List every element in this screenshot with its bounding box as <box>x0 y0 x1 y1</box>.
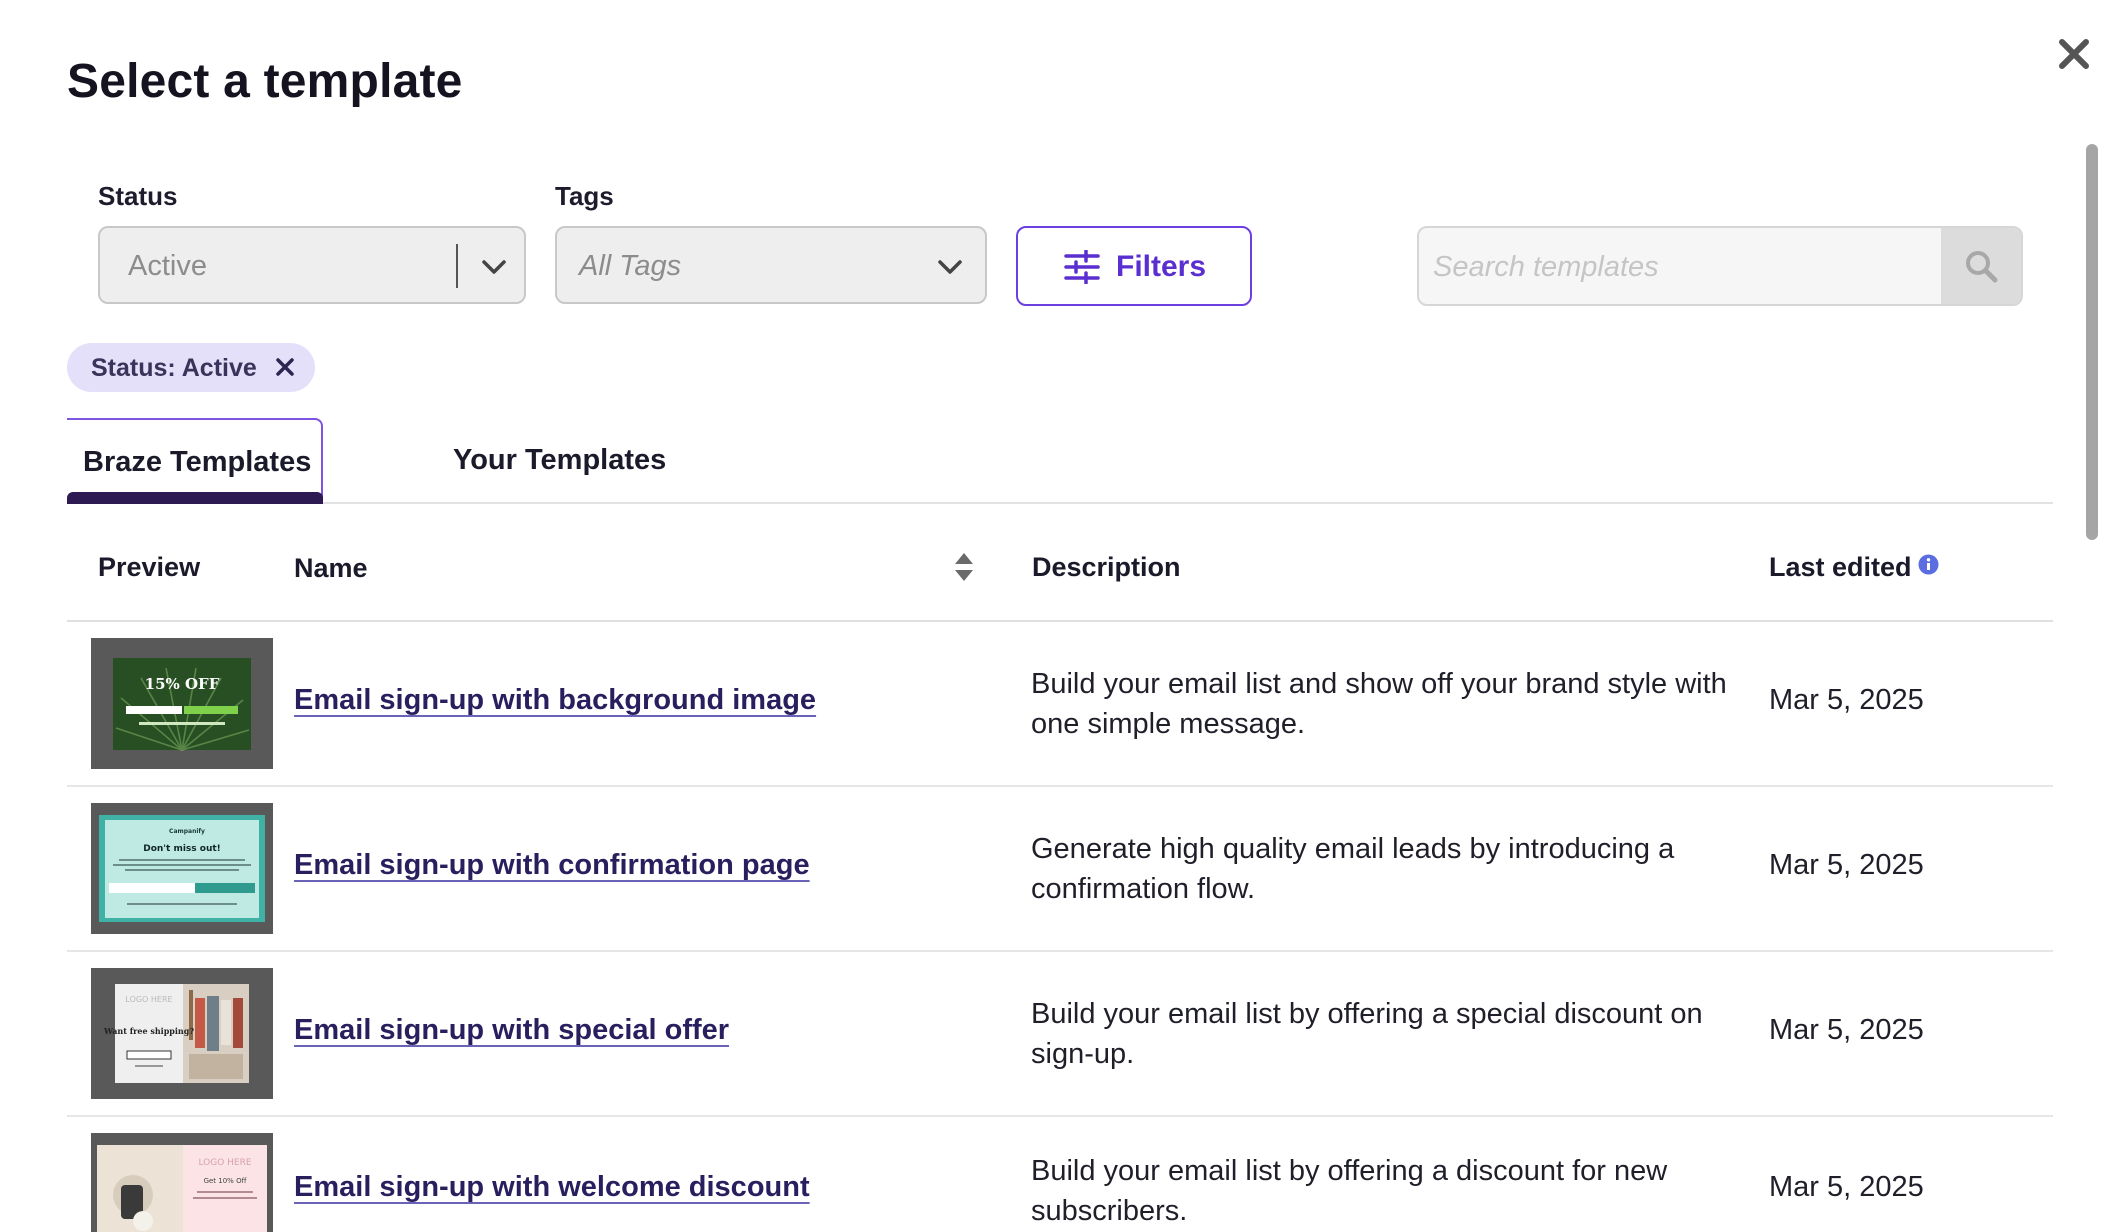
thumb-logo: LOGO HERE <box>125 995 172 1004</box>
preview-image: 15% OFF <box>91 638 273 769</box>
template-preview-thumbnail[interactable]: LOGO HERE Want free shipping? <box>91 968 273 1099</box>
thumb-text: Get 10% Off <box>204 1177 247 1185</box>
last-edited-date: Mar 5, 2025 <box>1769 849 1924 881</box>
template-description: Build your email list by offering a disc… <box>1031 1155 1668 1227</box>
template-preview-thumbnail[interactable]: 15% OFF <box>91 638 273 769</box>
sliders-icon <box>1064 250 1100 284</box>
remove-chip-icon[interactable] <box>275 357 295 377</box>
template-description: Generate high quality email leads by int… <box>1031 833 1675 905</box>
tab-your-templates[interactable]: Your Templates <box>385 418 666 502</box>
info-icon[interactable] <box>1918 554 1939 575</box>
scrollbar[interactable] <box>2086 144 2098 540</box>
filters-button[interactable]: Filters <box>1016 226 1252 306</box>
filters-button-label: Filters <box>1116 250 1207 283</box>
template-preview-thumbnail[interactable]: LOGO HERE Get 10% Off <box>91 1133 273 1232</box>
close-icon <box>2059 39 2089 69</box>
preview-image: LOGO HERE Want free shipping? <box>91 968 273 1099</box>
column-header-last-edited: Last edited <box>1769 552 1912 582</box>
sort-icon[interactable] <box>953 551 975 583</box>
table-row[interactable]: LOGO HERE Get 10% Off Email sign-up with… <box>67 1117 2053 1232</box>
status-select-value: Active <box>128 250 207 282</box>
active-tab-indicator <box>67 492 323 504</box>
thumb-text: Don't miss out! <box>143 844 221 854</box>
tab-label: Your Templates <box>453 444 667 476</box>
last-edited-date: Mar 5, 2025 <box>1769 684 1924 716</box>
template-name-link[interactable]: Email sign-up with background image <box>294 684 816 717</box>
preview-image: LOGO HERE Get 10% Off <box>91 1133 273 1232</box>
thumb-brand: Campanify <box>169 828 205 835</box>
column-header-description: Description <box>1032 552 1181 582</box>
preview-image: Campanify Don't miss out! <box>91 803 273 934</box>
thumb-text: Want free shipping? <box>103 1026 194 1036</box>
select-divider <box>456 244 458 288</box>
template-tabs: Braze Templates Your Templates <box>67 418 2053 504</box>
modal-title: Select a template <box>67 55 463 108</box>
search-input[interactable] <box>1419 228 1955 304</box>
template-name-link[interactable]: Email sign-up with confirmation page <box>294 849 810 882</box>
template-description: Build your email list and show off your … <box>1031 668 1727 740</box>
status-select[interactable]: Active <box>98 226 526 304</box>
template-preview-thumbnail[interactable]: Campanify Don't miss out! <box>91 803 273 934</box>
search-icon <box>1966 251 1998 283</box>
table-row[interactable]: Campanify Don't miss out! Email sign-up … <box>67 787 2053 952</box>
status-filter-chip: Status: Active <box>67 343 315 392</box>
tags-label: Tags <box>555 181 614 211</box>
thumb-text: 15% OFF <box>145 675 220 693</box>
tags-select[interactable]: All Tags <box>555 226 987 304</box>
tab-braze-templates[interactable]: Braze Templates <box>67 418 323 504</box>
tab-label: Braze Templates <box>83 446 312 478</box>
template-selector-modal: Select a template Status Active Tags All… <box>0 0 2102 1232</box>
search-button[interactable] <box>1941 228 2021 304</box>
last-edited-date: Mar 5, 2025 <box>1769 1014 1924 1046</box>
search-box <box>1417 226 2023 306</box>
template-description: Build your email list by offering a spec… <box>1031 998 1703 1070</box>
chip-label: Status: Active <box>91 354 257 382</box>
chevron-down-icon <box>938 260 962 274</box>
table-row[interactable]: 15% OFF Email sign-up with background im… <box>67 622 2053 787</box>
template-name-link[interactable]: Email sign-up with special offer <box>294 1014 729 1047</box>
column-header-name[interactable]: Name <box>294 553 368 584</box>
thumb-logo: LOGO HERE <box>198 1158 251 1168</box>
table-row[interactable]: LOGO HERE Want free shipping? Email sign… <box>67 952 2053 1117</box>
template-name-link[interactable]: Email sign-up with welcome discount <box>294 1171 810 1204</box>
last-edited-date: Mar 5, 2025 <box>1769 1171 1924 1203</box>
close-button[interactable] <box>2054 34 2094 74</box>
tags-select-value: All Tags <box>579 250 682 282</box>
chevron-down-icon <box>482 260 506 274</box>
status-label: Status <box>98 181 178 211</box>
column-header-preview: Preview <box>98 552 201 582</box>
